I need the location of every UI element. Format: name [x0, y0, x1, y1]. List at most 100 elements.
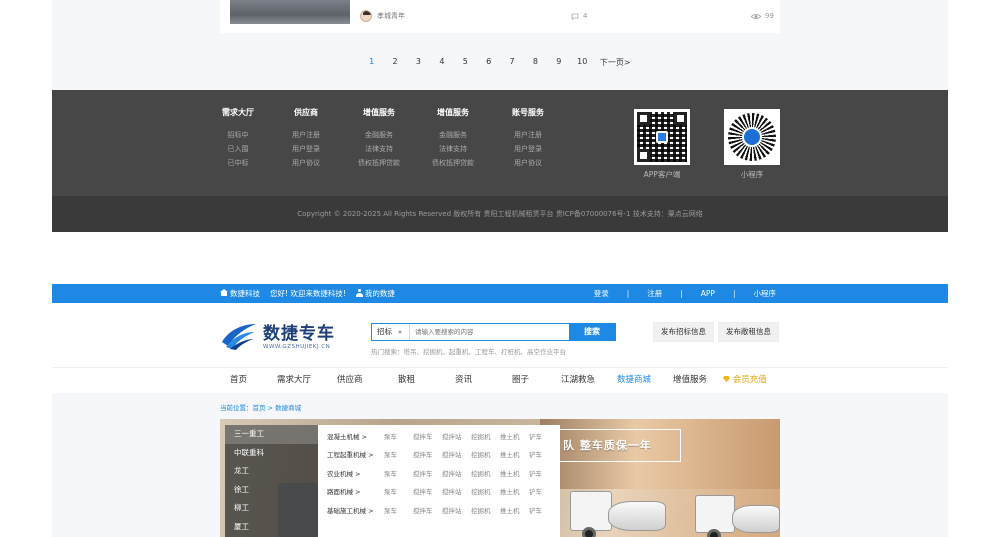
search-input[interactable]	[410, 324, 569, 340]
footer-link[interactable]: 已中标	[208, 156, 268, 170]
category-item[interactable]: 搅拌站	[442, 449, 471, 459]
category-item[interactable]: 泵车	[384, 468, 413, 478]
mini-program-link[interactable]: 小程序	[754, 284, 777, 303]
category-item[interactable]: 推土机	[500, 449, 529, 459]
user-icon	[355, 289, 363, 297]
category-item[interactable]: 铲车	[529, 486, 558, 496]
category-name[interactable]: 基础施工机械 >	[327, 505, 384, 515]
brand-menu-item[interactable]: 中联重科	[225, 444, 318, 463]
nav-item-value-added[interactable]: 增值服务	[673, 368, 723, 393]
footer-column: 供应商 用户注册 用户登录 用户协议	[276, 107, 336, 170]
brand-menu-item[interactable]: 徐工	[225, 481, 318, 500]
publish-rent-button[interactable]: 发布敞租信息	[718, 322, 779, 342]
next-page-link[interactable]: 下一页>	[594, 57, 634, 68]
publish-bid-button[interactable]: 发布招标信息	[653, 322, 714, 342]
footer-column: 账号服务 用户注册 用户登录 用户协议	[498, 107, 558, 170]
footer-link[interactable]: 用户协议	[276, 156, 336, 170]
brand-menu-item[interactable]: 三一重工	[225, 425, 318, 444]
category-item[interactable]: 挖掘机	[471, 505, 500, 515]
page-link[interactable]: 4	[430, 57, 453, 68]
category-name[interactable]: 农业机械 >	[327, 468, 384, 478]
category-item[interactable]: 铲车	[529, 449, 558, 459]
category-item[interactable]: 搅拌站	[442, 431, 471, 441]
category-item[interactable]: 泵车	[384, 431, 413, 441]
page-link[interactable]: 1	[360, 57, 383, 68]
footer-link[interactable]: 用户协议	[498, 156, 558, 170]
category-item[interactable]: 挖掘机	[471, 468, 500, 478]
brand-menu-item[interactable]: 厦工	[225, 518, 318, 537]
page-link[interactable]: 2	[383, 57, 406, 68]
brand-menu-item[interactable]: 柳工	[225, 499, 318, 518]
footer-column: 增值服务 金融服务 法律支持 债权抵押贷款	[349, 107, 409, 170]
footer-link[interactable]: 金融服务	[423, 128, 483, 142]
my-account-link[interactable]: 我的数捷	[355, 284, 395, 303]
category-item[interactable]: 铲车	[529, 431, 558, 441]
nav-item-rental[interactable]: 散租	[398, 368, 455, 393]
category-item[interactable]: 搅拌车	[413, 449, 442, 459]
category-item[interactable]: 挖掘机	[471, 486, 500, 496]
category-item[interactable]: 挖掘机	[471, 449, 500, 459]
nav-item-emergency[interactable]: 江湖救急	[561, 368, 617, 393]
category-item[interactable]: 搅拌站	[442, 505, 471, 515]
vip-recharge-link[interactable]: 会员充值	[723, 368, 767, 393]
page-link[interactable]: 3	[407, 57, 430, 68]
app-link[interactable]: APP	[701, 284, 715, 303]
category-item[interactable]: 推土机	[500, 468, 529, 478]
category-item[interactable]: 铲车	[529, 468, 558, 478]
nav-item-home[interactable]: 首页	[230, 368, 277, 393]
nav-item-news[interactable]: 资讯	[455, 368, 512, 393]
nav-item-suppliers[interactable]: 供应商	[337, 368, 398, 393]
comment-count-value: 4	[583, 12, 588, 20]
footer-link[interactable]: 用户登录	[498, 142, 558, 156]
page-link[interactable]: 9	[547, 57, 570, 68]
hot-searches[interactable]: 热门搜索：塔吊、挖掘机、起重机、工程车、打桩机、高空作业平台	[371, 346, 566, 356]
footer-link[interactable]: 债权抵押贷款	[423, 156, 483, 170]
category-item[interactable]: 搅拌站	[442, 486, 471, 496]
footer-link[interactable]: 金融服务	[349, 128, 409, 142]
page-link[interactable]: 6	[477, 57, 500, 68]
footer-link[interactable]: 法律支持	[349, 142, 409, 156]
page-link[interactable]: 10	[571, 57, 594, 68]
page-link[interactable]: 8	[524, 57, 547, 68]
category-item[interactable]: 搅拌车	[413, 505, 442, 515]
category-item[interactable]: 搅拌车	[413, 431, 442, 441]
category-item[interactable]: 泵车	[384, 486, 413, 496]
category-item[interactable]: 挖掘机	[471, 431, 500, 441]
page-link[interactable]: 7	[500, 57, 523, 68]
nav-item-circle[interactable]: 圈子	[512, 368, 561, 393]
register-link[interactable]: 注册	[647, 284, 662, 303]
footer-link[interactable]: 法律支持	[423, 142, 483, 156]
category-item[interactable]: 搅拌站	[442, 468, 471, 478]
brand-menu-item[interactable]: 龙工	[225, 462, 318, 481]
category-item[interactable]: 铲车	[529, 505, 558, 515]
page-link[interactable]: 5	[454, 57, 477, 68]
category-row: 混凝土机械 > 泵车 搅拌车 搅拌站 挖掘机 推土机 铲车	[327, 431, 558, 441]
login-link[interactable]: 登录	[594, 284, 609, 303]
category-item[interactable]: 推土机	[500, 431, 529, 441]
footer-link[interactable]: 用户登录	[276, 142, 336, 156]
category-name[interactable]: 工程起重机械 >	[327, 449, 384, 459]
site-logo[interactable]: 数捷专车 WWW.GZSHUJIEKJ.CN	[220, 319, 335, 350]
footer-link[interactable]: 已入围	[208, 142, 268, 156]
category-item[interactable]: 推土机	[500, 486, 529, 496]
footer-link[interactable]: 用户注册	[276, 128, 336, 142]
category-item[interactable]: 泵车	[384, 505, 413, 515]
category-item[interactable]: 推土机	[500, 505, 529, 515]
footer-link[interactable]: 债权抵押贷款	[349, 156, 409, 170]
search-category-select[interactable]: 招标	[372, 324, 410, 340]
article-thumbnail[interactable]	[230, 0, 350, 24]
category-item[interactable]: 泵车	[384, 449, 413, 459]
category-name[interactable]: 路面机械 >	[327, 486, 384, 496]
nav-item-mall[interactable]: 数捷商城	[617, 368, 673, 393]
category-flyout: 混凝土机械 > 泵车 搅拌车 搅拌站 挖掘机 推土机 铲车 工程起重机械 > 泵…	[318, 425, 560, 537]
nav-item-demand[interactable]: 需求大厅	[277, 368, 337, 393]
breadcrumb[interactable]: 当前位置：首页 > 数捷商城	[220, 402, 301, 412]
article-card[interactable]: 孝城青年 4 99	[220, 0, 780, 33]
category-item[interactable]: 搅拌车	[413, 486, 442, 496]
brand-link[interactable]: 数捷科技	[220, 284, 260, 303]
category-name[interactable]: 混凝土机械 >	[327, 431, 384, 441]
category-item[interactable]: 搅拌车	[413, 468, 442, 478]
footer-link[interactable]: 用户注册	[498, 128, 558, 142]
search-button[interactable]: 搜索	[569, 324, 615, 340]
footer-link[interactable]: 招标中	[208, 128, 268, 142]
